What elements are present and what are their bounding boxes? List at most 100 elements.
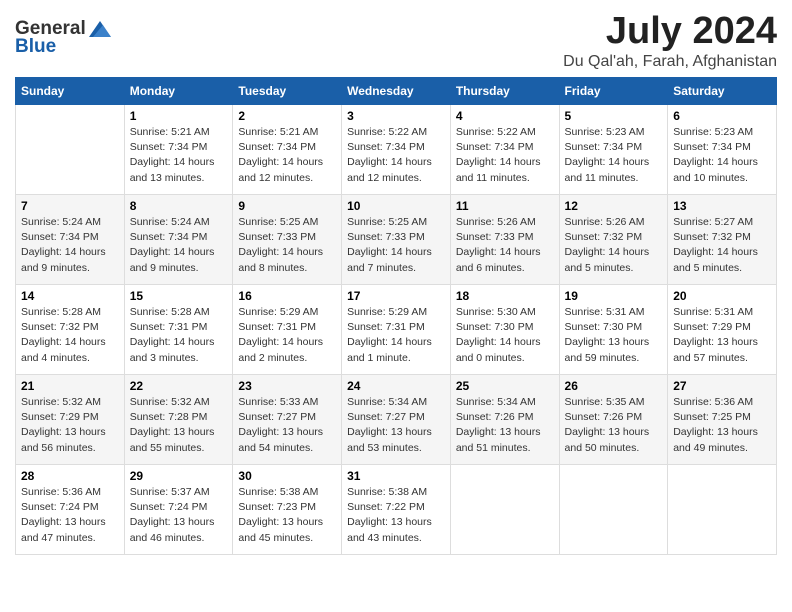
day-number: 15 bbox=[130, 289, 228, 303]
calendar-cell: 31 Sunrise: 5:38 AM Sunset: 7:22 PM Dayli… bbox=[342, 465, 451, 555]
day-info: Sunrise: 5:29 AM Sunset: 7:31 PM Dayligh… bbox=[347, 305, 445, 366]
day-number: 11 bbox=[456, 199, 554, 213]
calendar-cell: 13 Sunrise: 5:27 AM Sunset: 7:32 PM Dayli… bbox=[668, 195, 777, 285]
calendar-cell: 16 Sunrise: 5:29 AM Sunset: 7:31 PM Dayli… bbox=[233, 285, 342, 375]
header-sunday: Sunday bbox=[16, 78, 125, 105]
calendar-cell bbox=[559, 465, 668, 555]
calendar-cell: 20 Sunrise: 5:31 AM Sunset: 7:29 PM Dayli… bbox=[668, 285, 777, 375]
calendar-subtitle: Du Qal'ah, Farah, Afghanistan bbox=[563, 53, 777, 71]
calendar-cell: 18 Sunrise: 5:30 AM Sunset: 7:30 PM Dayli… bbox=[450, 285, 559, 375]
calendar-cell: 21 Sunrise: 5:32 AM Sunset: 7:29 PM Dayli… bbox=[16, 375, 125, 465]
header-saturday: Saturday bbox=[668, 78, 777, 105]
calendar-cell: 28Sunrise: 5:36 AM Sunset: 7:24 PM Dayli… bbox=[16, 465, 125, 555]
logo-icon bbox=[89, 19, 111, 39]
day-info: Sunrise: 5:29 AM Sunset: 7:31 PM Dayligh… bbox=[238, 305, 336, 366]
day-info: Sunrise: 5:36 AM Sunset: 7:24 PM Dayligh… bbox=[21, 485, 119, 546]
day-number: 23 bbox=[238, 379, 336, 393]
calendar-cell: 30 Sunrise: 5:38 AM Sunset: 7:23 PM Dayli… bbox=[233, 465, 342, 555]
calendar-cell: 9 Sunrise: 5:25 AM Sunset: 7:33 PM Daylig… bbox=[233, 195, 342, 285]
day-info: Sunrise: 5:32 AM Sunset: 7:29 PM Dayligh… bbox=[21, 395, 119, 456]
calendar-cell bbox=[450, 465, 559, 555]
calendar-cell: 29Sunrise: 5:37 AM Sunset: 7:24 PM Dayli… bbox=[124, 465, 233, 555]
day-number: 24 bbox=[347, 379, 445, 393]
day-number: 31 bbox=[347, 469, 445, 483]
day-number: 18 bbox=[456, 289, 554, 303]
day-number: 8 bbox=[130, 199, 228, 213]
calendar-cell: 1Sunrise: 5:21 AM Sunset: 7:34 PM Daylig… bbox=[124, 105, 233, 195]
calendar-week-row: 14 Sunrise: 5:28 AM Sunset: 7:32 PM Dayli… bbox=[16, 285, 777, 375]
day-info: Sunrise: 5:36 AM Sunset: 7:25 PM Dayligh… bbox=[673, 395, 771, 456]
day-number: 21 bbox=[21, 379, 119, 393]
day-number: 12 bbox=[565, 199, 663, 213]
logo-blue: Blue bbox=[15, 36, 56, 58]
day-info: Sunrise: 5:38 AM Sunset: 7:22 PM Dayligh… bbox=[347, 485, 445, 546]
calendar-cell: 2 Sunrise: 5:21 AM Sunset: 7:34 PM Daylig… bbox=[233, 105, 342, 195]
day-info: Sunrise: 5:26 AM Sunset: 7:32 PM Dayligh… bbox=[565, 215, 663, 276]
day-number: 10 bbox=[347, 199, 445, 213]
calendar-cell: 22Sunrise: 5:32 AM Sunset: 7:28 PM Dayli… bbox=[124, 375, 233, 465]
calendar-cell: 27Sunrise: 5:36 AM Sunset: 7:25 PM Dayli… bbox=[668, 375, 777, 465]
day-number: 4 bbox=[456, 109, 554, 123]
day-number: 6 bbox=[673, 109, 771, 123]
day-info: Sunrise: 5:30 AM Sunset: 7:30 PM Dayligh… bbox=[456, 305, 554, 366]
day-info: Sunrise: 5:28 AM Sunset: 7:32 PM Dayligh… bbox=[21, 305, 119, 366]
day-info: Sunrise: 5:34 AM Sunset: 7:26 PM Dayligh… bbox=[456, 395, 554, 456]
logo: General Blue bbox=[15, 18, 111, 58]
day-info: Sunrise: 5:23 AM Sunset: 7:34 PM Dayligh… bbox=[673, 125, 771, 186]
day-number: 7 bbox=[21, 199, 119, 213]
day-info: Sunrise: 5:21 AM Sunset: 7:34 PM Dayligh… bbox=[130, 125, 228, 186]
header-thursday: Thursday bbox=[450, 78, 559, 105]
day-number: 30 bbox=[238, 469, 336, 483]
day-number: 16 bbox=[238, 289, 336, 303]
day-number: 20 bbox=[673, 289, 771, 303]
day-info: Sunrise: 5:32 AM Sunset: 7:28 PM Dayligh… bbox=[130, 395, 228, 456]
calendar-cell: 24 Sunrise: 5:34 AM Sunset: 7:27 PM Dayli… bbox=[342, 375, 451, 465]
day-number: 2 bbox=[238, 109, 336, 123]
day-info: Sunrise: 5:28 AM Sunset: 7:31 PM Dayligh… bbox=[130, 305, 228, 366]
calendar-cell: 26 Sunrise: 5:35 AM Sunset: 7:26 PM Dayli… bbox=[559, 375, 668, 465]
day-info: Sunrise: 5:25 AM Sunset: 7:33 PM Dayligh… bbox=[238, 215, 336, 276]
calendar-cell: 15 Sunrise: 5:28 AM Sunset: 7:31 PM Dayli… bbox=[124, 285, 233, 375]
day-number: 26 bbox=[565, 379, 663, 393]
day-info: Sunrise: 5:33 AM Sunset: 7:27 PM Dayligh… bbox=[238, 395, 336, 456]
calendar-cell: 11 Sunrise: 5:26 AM Sunset: 7:33 PM Dayli… bbox=[450, 195, 559, 285]
day-info: Sunrise: 5:27 AM Sunset: 7:32 PM Dayligh… bbox=[673, 215, 771, 276]
day-info: Sunrise: 5:21 AM Sunset: 7:34 PM Dayligh… bbox=[238, 125, 336, 186]
header-monday: Monday bbox=[124, 78, 233, 105]
day-info: Sunrise: 5:38 AM Sunset: 7:23 PM Dayligh… bbox=[238, 485, 336, 546]
day-number: 14 bbox=[21, 289, 119, 303]
day-info: Sunrise: 5:34 AM Sunset: 7:27 PM Dayligh… bbox=[347, 395, 445, 456]
calendar-week-row: 28Sunrise: 5:36 AM Sunset: 7:24 PM Dayli… bbox=[16, 465, 777, 555]
day-info: Sunrise: 5:23 AM Sunset: 7:34 PM Dayligh… bbox=[565, 125, 663, 186]
calendar-week-row: 7 Sunrise: 5:24 AM Sunset: 7:34 PM Daylig… bbox=[16, 195, 777, 285]
calendar-cell: 17Sunrise: 5:29 AM Sunset: 7:31 PM Dayli… bbox=[342, 285, 451, 375]
day-number: 29 bbox=[130, 469, 228, 483]
day-info: Sunrise: 5:31 AM Sunset: 7:29 PM Dayligh… bbox=[673, 305, 771, 366]
day-info: Sunrise: 5:25 AM Sunset: 7:33 PM Dayligh… bbox=[347, 215, 445, 276]
header-friday: Friday bbox=[559, 78, 668, 105]
day-info: Sunrise: 5:24 AM Sunset: 7:34 PM Dayligh… bbox=[21, 215, 119, 276]
calendar-header-row: SundayMondayTuesdayWednesdayThursdayFrid… bbox=[16, 78, 777, 105]
day-number: 13 bbox=[673, 199, 771, 213]
day-number: 9 bbox=[238, 199, 336, 213]
calendar-week-row: 21 Sunrise: 5:32 AM Sunset: 7:29 PM Dayli… bbox=[16, 375, 777, 465]
day-info: Sunrise: 5:26 AM Sunset: 7:33 PM Dayligh… bbox=[456, 215, 554, 276]
day-info: Sunrise: 5:22 AM Sunset: 7:34 PM Dayligh… bbox=[347, 125, 445, 186]
calendar-cell: 10 Sunrise: 5:25 AM Sunset: 7:33 PM Dayli… bbox=[342, 195, 451, 285]
calendar-cell: 5 Sunrise: 5:23 AM Sunset: 7:34 PM Daylig… bbox=[559, 105, 668, 195]
calendar-cell: 4Sunrise: 5:22 AM Sunset: 7:34 PM Daylig… bbox=[450, 105, 559, 195]
header-wednesday: Wednesday bbox=[342, 78, 451, 105]
day-info: Sunrise: 5:24 AM Sunset: 7:34 PM Dayligh… bbox=[130, 215, 228, 276]
day-number: 5 bbox=[565, 109, 663, 123]
day-info: Sunrise: 5:35 AM Sunset: 7:26 PM Dayligh… bbox=[565, 395, 663, 456]
calendar-cell: 6 Sunrise: 5:23 AM Sunset: 7:34 PM Daylig… bbox=[668, 105, 777, 195]
calendar-cell bbox=[668, 465, 777, 555]
calendar-cell bbox=[16, 105, 125, 195]
title-area: July 2024 Du Qal'ah, Farah, Afghanistan bbox=[563, 10, 777, 71]
calendar-cell: 7 Sunrise: 5:24 AM Sunset: 7:34 PM Daylig… bbox=[16, 195, 125, 285]
day-info: Sunrise: 5:31 AM Sunset: 7:30 PM Dayligh… bbox=[565, 305, 663, 366]
day-number: 3 bbox=[347, 109, 445, 123]
page-header: General Blue July 2024 Du Qal'ah, Farah,… bbox=[15, 10, 777, 71]
calendar-cell: 25Sunrise: 5:34 AM Sunset: 7:26 PM Dayli… bbox=[450, 375, 559, 465]
calendar-cell: 23 Sunrise: 5:33 AM Sunset: 7:27 PM Dayli… bbox=[233, 375, 342, 465]
